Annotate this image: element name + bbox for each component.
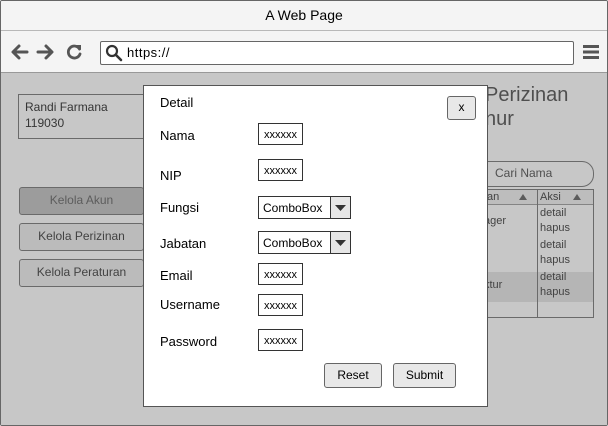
window-title: A Web Page: [1, 1, 607, 31]
password-field[interactable]: xxxxxx: [258, 329, 303, 351]
label-fungsi: Fungsi: [160, 200, 200, 215]
url-text: https://: [127, 45, 171, 60]
reset-button[interactable]: Reset: [324, 363, 382, 388]
label-username: Username: [160, 297, 220, 312]
reload-icon[interactable]: [64, 42, 84, 62]
dialog-title: Detail: [160, 95, 194, 110]
detail-dialog: Detail x Nama xxxxxx NIP xxxxxx Fungsi C…: [143, 85, 488, 407]
email-field[interactable]: xxxxxx: [258, 263, 303, 285]
close-button[interactable]: x: [447, 96, 476, 120]
forward-arrow-icon[interactable]: [35, 42, 55, 62]
nama-field[interactable]: xxxxxx: [258, 123, 303, 145]
browser-window: A Web Page https:// Randi Farmana 119030…: [0, 0, 608, 426]
label-nip: NIP: [160, 168, 182, 183]
dropdown-arrow[interactable]: [330, 197, 350, 218]
jabatan-combobox-value: ComboBox: [263, 236, 323, 250]
chevron-down-icon: [335, 205, 346, 211]
search-icon: [105, 44, 123, 62]
label-jabatan: Jabatan: [160, 236, 207, 251]
back-arrow-icon[interactable]: [10, 42, 30, 62]
chevron-down-icon: [335, 240, 346, 246]
dropdown-arrow[interactable]: [330, 232, 350, 253]
label-nama: Nama: [160, 128, 195, 143]
submit-button[interactable]: Submit: [393, 363, 456, 388]
fungsi-combobox[interactable]: ComboBox: [258, 196, 351, 219]
fungsi-combobox-value: ComboBox: [263, 201, 323, 215]
browser-toolbar: https://: [1, 31, 607, 73]
label-password: Password: [160, 334, 218, 349]
jabatan-combobox[interactable]: ComboBox: [258, 231, 351, 254]
hamburger-menu-icon[interactable]: [582, 43, 600, 61]
label-email: Email: [160, 268, 193, 283]
nip-field[interactable]: xxxxxx: [258, 159, 303, 181]
address-bar[interactable]: https://: [100, 41, 574, 65]
username-field[interactable]: xxxxxx: [258, 294, 303, 316]
